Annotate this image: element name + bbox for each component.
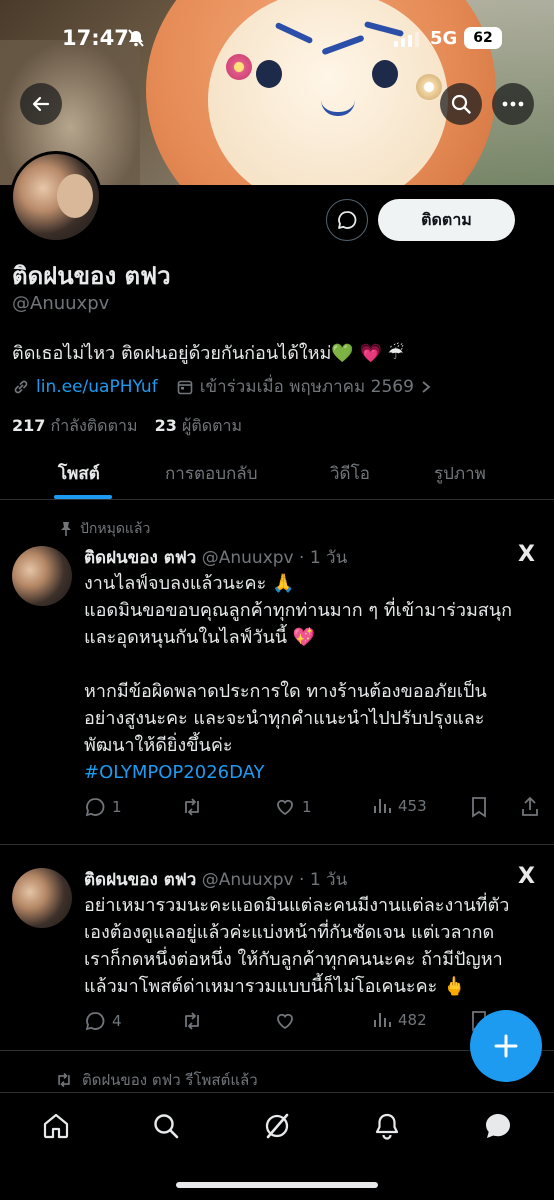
arrow-left-icon — [32, 96, 50, 112]
tab-replies[interactable]: การตอบกลับ — [165, 460, 258, 487]
reply-button[interactable]: 1 — [84, 796, 122, 818]
profile-display-name: ติดฝนของ ตฟว — [12, 262, 171, 290]
repost-indicator: ติดฝนของ ตฟว รีโพสต์แล้ว — [54, 1068, 258, 1092]
followers-count-link[interactable]: 23 ผู้ติดตาม — [155, 416, 242, 435]
view-count: 453 — [398, 797, 427, 815]
message-bubble-icon — [338, 211, 357, 229]
post-avatar[interactable] — [12, 868, 72, 928]
nav-search[interactable] — [151, 1111, 181, 1141]
heart-icon — [277, 799, 293, 816]
bookmark-button[interactable] — [470, 796, 488, 818]
like-button[interactable]: 1 — [274, 796, 312, 818]
profile-handle: @Anuuxpv — [12, 293, 110, 314]
back-button[interactable] — [20, 83, 62, 125]
view-count: 482 — [398, 1011, 427, 1029]
repost-icon — [185, 1012, 199, 1030]
profile-counts: 217 กำลังติดตาม 23 ผู้ติดตาม — [12, 414, 242, 439]
reply-button[interactable]: 4 — [84, 1010, 122, 1032]
like-button[interactable] — [274, 1010, 302, 1032]
bookmark-icon — [472, 797, 486, 818]
profile-bio: ติดเธอไม่ไหว ติดฝนอยู่ด้วยกันก่อนได้ใหม่… — [12, 343, 404, 364]
heart-icon — [277, 1013, 293, 1030]
pin-icon — [61, 522, 71, 536]
post-avatar[interactable] — [12, 546, 72, 606]
nav-notifications[interactable] — [372, 1111, 402, 1141]
more-options-button[interactable] — [492, 83, 534, 125]
share-button[interactable] — [520, 796, 540, 818]
profile-meta: lin.ee/uaPHYuf เข้าร่วมเมื่อ พฤษภาคม 256… — [12, 373, 432, 400]
more-horizontal-icon — [502, 101, 524, 107]
reply-count: 1 — [112, 798, 122, 816]
post-handle-time: @Anuuxpv · 1 วัน — [201, 870, 348, 890]
views-chart-icon — [374, 1013, 391, 1027]
views-chart-icon — [374, 799, 391, 813]
battery-indicator: 62 — [464, 27, 502, 49]
repost-button[interactable] — [180, 796, 210, 818]
repost-icon — [185, 798, 199, 816]
pinned-indicator: ปักหมุดแล้ว — [60, 518, 150, 540]
tab-media[interactable]: รูปภาพ — [434, 460, 486, 487]
bell-icon — [375, 1113, 399, 1140]
compose-post-button[interactable] — [470, 1010, 542, 1082]
reply-count: 4 — [112, 1012, 122, 1030]
followers-count: 23 — [154, 416, 177, 435]
home-icon — [43, 1113, 69, 1139]
repost-icon — [58, 1072, 70, 1088]
network-type: 5G — [430, 28, 458, 49]
status-bar: 17:47 5G 62 — [0, 20, 554, 56]
views-button[interactable]: 482 — [372, 1010, 427, 1030]
reply-icon — [85, 1012, 105, 1031]
status-time: 17:47 — [62, 26, 129, 50]
message-button[interactable] — [326, 199, 368, 241]
search-button[interactable] — [440, 83, 482, 125]
repost-label: ติดฝนของ ตฟว รีโพสต์แล้ว — [82, 1071, 258, 1089]
post-hashtag[interactable]: #OLYMPOP2026DAY — [84, 759, 534, 786]
following-count-link[interactable]: 217 กำลังติดตาม — [12, 416, 138, 435]
like-count: 1 — [302, 798, 312, 816]
profile-joined-date: เข้าร่วมเมื่อ พฤษภาคม 2569 — [199, 377, 414, 397]
profile-avatar[interactable] — [10, 151, 102, 243]
following-count: 217 — [12, 416, 46, 435]
share-icon — [522, 796, 538, 816]
pinned-label: ปักหมุดแล้ว — [80, 521, 151, 537]
post-header: ติดฝนของ ตฟว @Anuuxpv · 1 วัน — [84, 866, 347, 893]
post-body[interactable]: งานไลฟ์จบลงแล้วนะคะ 🙏 แอดมินขอขอบคุณลูกค… — [84, 570, 534, 786]
post-body[interactable]: อย่าเหมารวมนะคะแอดมินแต่ละคนมีงานแต่ละงา… — [84, 892, 534, 1000]
repost-button[interactable] — [180, 1010, 210, 1032]
nav-messages[interactable] — [483, 1111, 513, 1141]
bell-muted-icon — [126, 28, 146, 48]
x-logo-icon: X — [518, 542, 535, 567]
profile-link[interactable]: lin.ee/uaPHYuf — [36, 377, 158, 397]
nav-home[interactable] — [41, 1111, 71, 1141]
plus-icon — [494, 1034, 518, 1058]
search-icon — [154, 1114, 179, 1139]
views-button[interactable]: 453 — [372, 796, 427, 816]
tab-videos[interactable]: วิดีโอ — [330, 460, 370, 487]
post-author-name[interactable]: ติดฝนของ ตฟว — [84, 548, 196, 568]
search-icon — [451, 94, 471, 114]
follow-button[interactable]: ติดตาม — [378, 199, 515, 241]
x-logo-icon: X — [518, 864, 535, 889]
reply-icon — [85, 798, 105, 817]
active-tab-indicator — [54, 495, 112, 499]
calendar-icon — [177, 380, 193, 394]
post-header: ติดฝนของ ตฟว @Anuuxpv · 1 วัน — [84, 544, 347, 571]
nav-grok[interactable] — [262, 1111, 292, 1141]
post-handle-time: @Anuuxpv · 1 วัน — [201, 548, 348, 568]
link-icon — [14, 380, 28, 393]
tab-posts[interactable]: โพสต์ — [58, 460, 100, 487]
signal-icon — [394, 32, 419, 47]
post-divider — [0, 844, 554, 845]
home-indicator-bar — [176, 1182, 378, 1188]
post-actions: 1 1 453 — [84, 796, 544, 820]
chat-bubble-icon — [486, 1114, 510, 1138]
chevron-right-icon[interactable] — [420, 380, 432, 394]
profile-tabs: โพสต์ การตอบกลับ วิดีโอ รูปภาพ — [0, 452, 554, 500]
grok-icon — [265, 1113, 289, 1139]
post-author-name[interactable]: ติดฝนของ ตฟว — [84, 870, 196, 890]
